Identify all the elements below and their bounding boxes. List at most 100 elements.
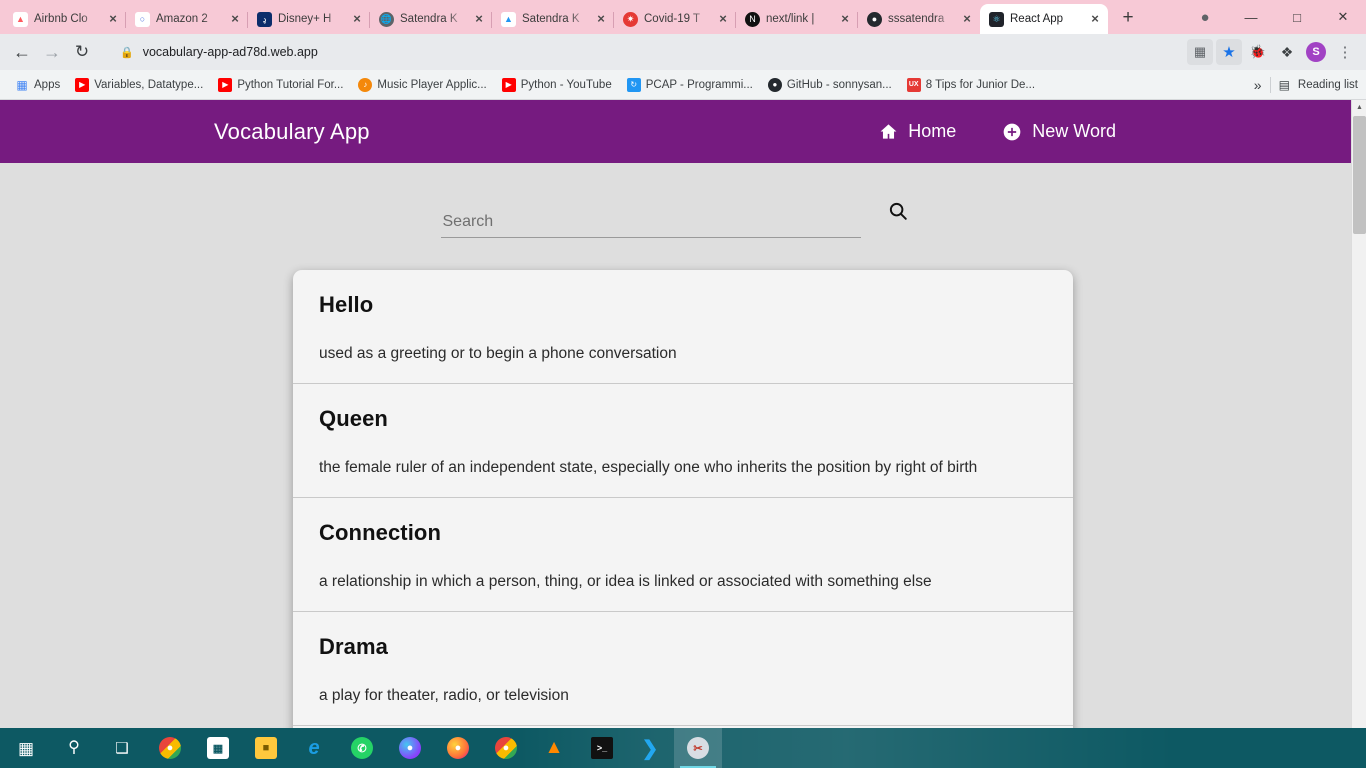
page-scrollbar[interactable]: ▲ ▼ <box>1351 100 1366 740</box>
browser-menu-icon[interactable]: ⋮ <box>1332 39 1358 65</box>
tab-title: next/link | <box>766 13 815 25</box>
vscode-taskbar[interactable]: ❯ <box>626 728 674 768</box>
apps-shortcut[interactable]: ▦ Apps <box>9 76 66 94</box>
close-icon[interactable]: × <box>1088 12 1102 26</box>
list-item[interactable]: Drama a play for theater, radio, or tele… <box>293 611 1073 725</box>
task-view-button[interactable]: ❑ <box>98 728 146 768</box>
bookmark-item[interactable]: ↻ PCAP - Programmi... <box>621 76 759 94</box>
lock-icon: 🔒 <box>120 46 134 59</box>
bug-icon[interactable]: 🐞 <box>1245 39 1271 65</box>
tab-title: Satendra K <box>400 13 458 25</box>
profile-pin-icon[interactable]: ● <box>1182 0 1228 34</box>
reading-list-icon: ▤ <box>1278 77 1290 92</box>
close-icon[interactable]: × <box>594 12 608 26</box>
search-taskbar-button[interactable]: ⚲ <box>50 728 98 768</box>
react-icon: ⚛ <box>989 11 1004 27</box>
bookmark-item[interactable]: UX 8 Tips for Junior De... <box>901 76 1041 94</box>
scroll-up-arrow-icon[interactable]: ▲ <box>1352 100 1366 115</box>
search-row <box>0 198 1351 238</box>
browser-tab[interactable]: 🌐 Satendra K × <box>369 4 492 34</box>
microsoft-store-taskbar[interactable]: ▦ <box>194 728 242 768</box>
browser-tab[interactable]: ● sssatendra × <box>857 4 980 34</box>
chrome-s-taskbar[interactable]: ● <box>482 728 530 768</box>
bookmark-item[interactable]: ▶ Python Tutorial For... <box>212 76 349 94</box>
ux-icon: UX <box>906 77 921 92</box>
bookmark-item[interactable]: ● GitHub - sonnysan... <box>762 76 898 94</box>
reading-list-label: Reading list <box>1297 78 1358 91</box>
chrome-icon: ● <box>159 737 181 759</box>
github-icon: ● <box>767 77 782 92</box>
window-controls: ● — □ ✕ <box>1182 0 1366 34</box>
scrollbar-thumb[interactable] <box>1353 116 1366 234</box>
nav-new-word[interactable]: New Word <box>1002 121 1116 142</box>
music-icon: ♪ <box>358 77 373 92</box>
terminal-taskbar[interactable]: >_ <box>578 728 626 768</box>
google-drive-icon: ▲ <box>501 11 516 27</box>
minimize-button[interactable]: — <box>1228 0 1274 34</box>
file-explorer-taskbar[interactable]: ■ <box>242 728 290 768</box>
github-icon: ● <box>867 11 882 27</box>
nav-new-word-label: New Word <box>1032 121 1116 141</box>
nav-home[interactable]: Home <box>879 121 956 142</box>
vlc-taskbar[interactable]: ▲ <box>530 728 578 768</box>
search-field-wrapper <box>440 213 861 238</box>
new-tab-button[interactable]: + <box>1114 5 1142 33</box>
qr-code-icon[interactable]: ▦ <box>1187 39 1213 65</box>
tab-title: Amazon 2 <box>156 13 208 25</box>
tab-title: Covid-19 T <box>644 13 701 25</box>
bookmark-star-icon[interactable]: ★ <box>1216 39 1242 65</box>
bookmark-label: Python - YouTube <box>520 78 612 91</box>
word-title: Hello <box>319 292 374 317</box>
close-icon[interactable]: × <box>716 12 730 26</box>
bookmarks-overflow-button[interactable]: » <box>1254 77 1262 93</box>
browser-tab[interactable]: N next/link | × <box>735 4 858 34</box>
bookmark-label: 8 Tips for Junior De... <box>925 78 1036 91</box>
chrome-js-taskbar[interactable]: ● <box>146 728 194 768</box>
extensions-puzzle-icon[interactable]: ❖ <box>1274 39 1300 65</box>
address-bar[interactable]: 🔒 vocabulary-app-ad78d.web.app <box>106 39 1177 65</box>
browser-tab[interactable]: ✷ Covid-19 T × <box>613 4 736 34</box>
pcap-icon: ↻ <box>626 77 641 92</box>
firefox-dev-taskbar[interactable]: ● <box>386 728 434 768</box>
nav-home-label: Home <box>908 121 957 141</box>
forward-button[interactable]: → <box>38 38 66 66</box>
avatar[interactable]: S <box>1303 39 1329 65</box>
snipping-tool-taskbar[interactable]: ✂ <box>674 728 722 768</box>
search-input[interactable] <box>442 213 861 231</box>
start-button[interactable]: ▦ <box>2 728 50 768</box>
bookmark-item[interactable]: ▶ Variables, Datatype... <box>69 76 209 94</box>
bookmark-item[interactable]: ▶ Python - YouTube <box>496 76 618 94</box>
reload-button[interactable]: ↻ <box>68 38 96 66</box>
close-icon[interactable]: × <box>350 12 364 26</box>
search-button[interactable] <box>885 198 911 224</box>
close-icon[interactable]: × <box>472 12 486 26</box>
close-icon[interactable]: × <box>838 12 852 26</box>
maximize-button[interactable]: □ <box>1274 0 1320 34</box>
close-icon[interactable]: × <box>106 12 120 26</box>
close-icon[interactable]: × <box>960 12 974 26</box>
browser-tab[interactable]: ▲ Satendra K × <box>491 4 614 34</box>
list-item[interactable]: Connection a relationship in which a per… <box>293 497 1073 611</box>
snipping-tool-icon: ✂ <box>687 737 709 759</box>
back-button[interactable]: ← <box>8 38 36 66</box>
page-viewport: Vocabulary App Home New Word Search Hell… <box>0 100 1366 740</box>
word-title: Queen <box>319 406 388 431</box>
edge-icon: e <box>308 736 320 759</box>
close-window-button[interactable]: ✕ <box>1320 0 1366 34</box>
edge-taskbar[interactable]: e <box>290 728 338 768</box>
app-nav: Home New Word <box>879 121 1116 142</box>
list-item[interactable]: Queen the female ruler of an independent… <box>293 383 1073 497</box>
word-meaning: a play for theater, radio, or television <box>319 687 569 704</box>
task-view-icon: ❑ <box>115 739 129 757</box>
browser-window: ▲ Airbnb Clo × ○ Amazon 2 × ډ Disney+ H … <box>0 0 1366 768</box>
windows-logo-icon: ▦ <box>17 738 35 758</box>
firefox-taskbar[interactable]: ● <box>434 728 482 768</box>
browser-tab[interactable]: ▲ Airbnb Clo × <box>4 4 126 34</box>
browser-tab[interactable]: ○ Amazon 2 × <box>125 4 248 34</box>
bookmark-item[interactable]: ♪ Music Player Applic... <box>352 76 492 94</box>
whatsapp-taskbar[interactable]: ✆ <box>338 728 386 768</box>
list-item[interactable]: Hello used as a greeting or to begin a p… <box>293 270 1073 383</box>
close-icon[interactable]: × <box>228 12 242 26</box>
browser-tab-active[interactable]: ⚛ React App × <box>980 4 1108 34</box>
browser-tab[interactable]: ډ Disney+ H × <box>247 4 370 34</box>
